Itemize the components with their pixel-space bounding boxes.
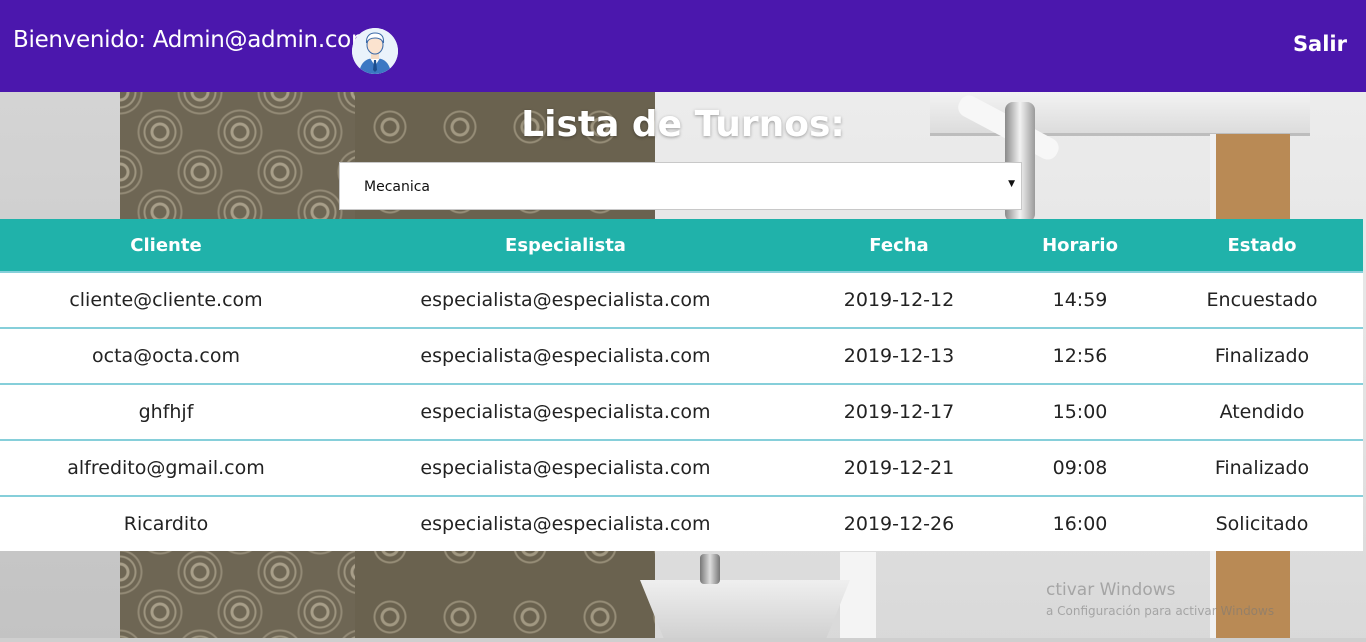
cell-cliente: ghfhjf	[138, 401, 194, 423]
dropdown-arrow-icon: ▼	[1008, 179, 1015, 189]
cell-cliente: alfredito@gmail.com	[67, 457, 265, 479]
photo-sink	[640, 580, 850, 642]
cell-horario: 15:00	[1052, 401, 1108, 423]
cell-horario: 16:00	[1052, 513, 1108, 535]
table-row[interactable]: cliente@cliente.com especialista@especia…	[0, 273, 1363, 329]
cell-cliente: cliente@cliente.com	[69, 289, 263, 311]
appointments-table: Cliente Especialista Fecha Horario Estad…	[0, 219, 1363, 551]
watermark-line-1: ctivar Windows	[1046, 580, 1176, 600]
cell-especialista: especialista@especialista.com	[420, 345, 711, 367]
cell-estado: Solicitado	[1215, 513, 1309, 535]
cell-estado: Finalizado	[1214, 345, 1310, 367]
user-avatar-icon	[352, 28, 398, 74]
photo-pillar	[840, 552, 876, 642]
top-navbar: Bienvenido: Admin@admin.com Salir	[0, 0, 1366, 92]
column-header-especialista: Especialista	[505, 235, 626, 256]
table-row[interactable]: octa@octa.com especialista@especialista.…	[0, 329, 1363, 385]
watermark-line-2: a Configuración para activar Windows	[1046, 604, 1275, 618]
cell-estado: Encuestado	[1206, 289, 1318, 311]
page-bottom-edge	[0, 638, 1366, 642]
cell-especialista: especialista@especialista.com	[420, 457, 711, 479]
page-title: Lista de Turnos:	[521, 104, 845, 145]
cell-especialista: especialista@especialista.com	[420, 513, 711, 535]
logout-link[interactable]: Salir	[1293, 32, 1347, 56]
cell-horario: 09:08	[1052, 457, 1108, 479]
column-header-fecha: Fecha	[869, 235, 929, 256]
windows-activation-watermark: ctivar Windows a Configuración para acti…	[1046, 580, 1274, 618]
cell-estado: Finalizado	[1214, 457, 1310, 479]
cell-horario: 14:59	[1052, 289, 1108, 311]
column-header-cliente: Cliente	[130, 235, 202, 256]
cell-horario: 12:56	[1052, 345, 1108, 367]
cell-fecha: 2019-12-26	[843, 513, 955, 535]
cell-especialista: especialista@especialista.com	[420, 289, 711, 311]
cell-fecha: 2019-12-17	[843, 401, 955, 423]
cell-cliente: octa@octa.com	[92, 345, 240, 367]
table-header: Cliente Especialista Fecha Horario Estad…	[0, 219, 1363, 273]
cell-especialista: especialista@especialista.com	[420, 401, 711, 423]
specialty-select-value: Mecanica	[364, 179, 431, 195]
specialty-select[interactable]: Mecanica ▼	[339, 162, 1022, 210]
table-row[interactable]: ghfhjf especialista@especialista.com 201…	[0, 385, 1363, 441]
table-row[interactable]: alfredito@gmail.com especialista@especia…	[0, 441, 1363, 497]
column-header-estado: Estado	[1227, 235, 1297, 256]
cell-fecha: 2019-12-21	[843, 457, 955, 479]
column-header-horario: Horario	[1042, 235, 1118, 256]
cell-estado: Atendido	[1219, 401, 1305, 423]
cell-fecha: 2019-12-13	[843, 345, 955, 367]
photo-faucet	[700, 554, 720, 584]
cell-cliente: Ricardito	[123, 513, 209, 535]
welcome-text: Bienvenido: Admin@admin.com	[13, 27, 374, 53]
table-row[interactable]: Ricardito especialista@especialista.com …	[0, 497, 1363, 551]
cell-fecha: 2019-12-12	[843, 289, 955, 311]
